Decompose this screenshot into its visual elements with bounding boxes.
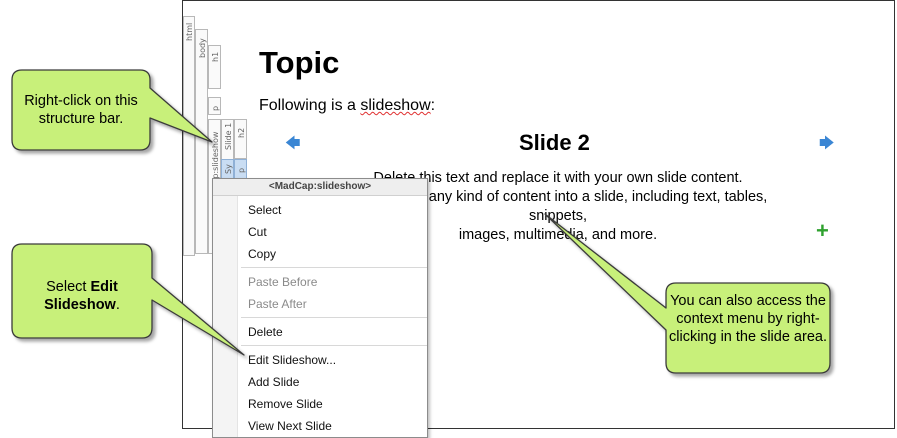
callout-context-tip-text: You can also access the context menu by … <box>669 293 827 345</box>
callout-select-suffix: . <box>115 297 120 313</box>
callout-right-click-text: Right-click on this structure bar. <box>24 93 138 127</box>
callout-shapes <box>11 69 831 374</box>
callout-select-prefix: Select <box>46 279 91 295</box>
callout-select-text: Select Edit Slideshow. <box>14 278 150 314</box>
